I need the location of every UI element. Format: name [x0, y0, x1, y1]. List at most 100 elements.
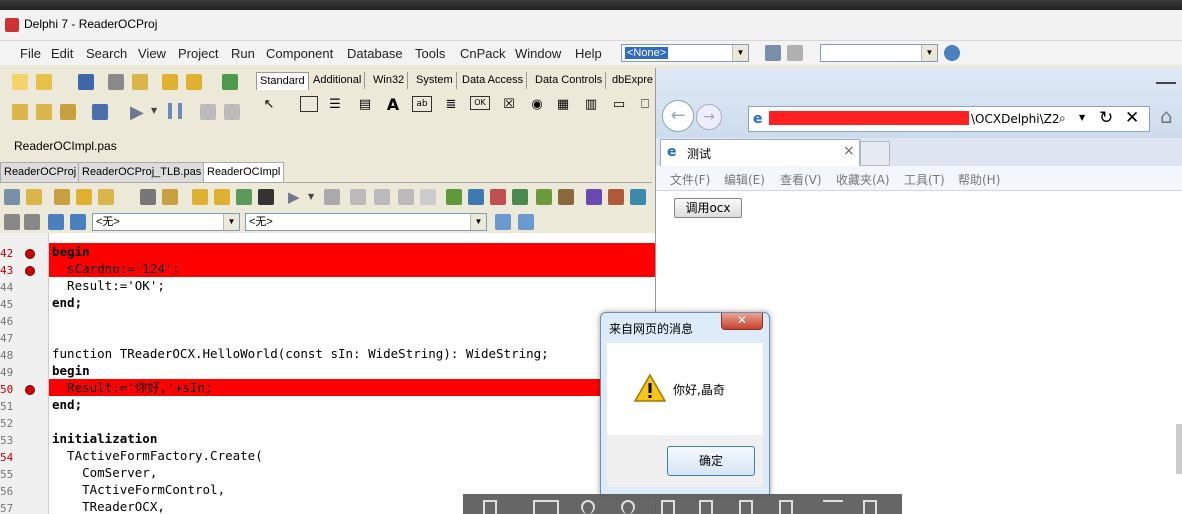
code-line[interactable]: end; [52, 294, 82, 311]
view-form-icon[interactable] [36, 104, 52, 120]
view-unit-icon[interactable] [12, 104, 28, 120]
link-icon[interactable] [787, 45, 803, 61]
groupbox-icon[interactable]: ⎕ [636, 96, 654, 114]
trace-into-icon[interactable] [200, 104, 216, 120]
cnpack-icon-5[interactable] [536, 189, 552, 205]
chevron-down-icon[interactable]: ▼ [1079, 113, 1085, 122]
method-combo[interactable]: <无> ▼ [245, 213, 487, 231]
prev-icon[interactable] [483, 500, 497, 514]
new-tab-button[interactable] [860, 141, 890, 166]
more-icon[interactable] [823, 500, 843, 514]
save-file-icon[interactable] [140, 189, 156, 205]
save-image-icon[interactable] [699, 500, 713, 514]
button-icon[interactable]: OK [470, 96, 490, 110]
browser-tab[interactable]: e 测试 × [660, 139, 860, 166]
menu-database[interactable]: Database [347, 46, 403, 61]
menu-help-cn[interactable]: 帮助(H) [958, 171, 1000, 188]
run-icon[interactable]: ▶ [130, 102, 144, 123]
tab-readerocimpl[interactable]: ReaderOCImpl [203, 162, 285, 182]
open-file-icon[interactable] [162, 189, 178, 205]
save-icon[interactable] [78, 74, 94, 90]
cnpack-icon-2[interactable] [468, 189, 484, 205]
cnpack-icon-7[interactable] [586, 189, 602, 205]
breakpoint-icon[interactable] [25, 249, 35, 259]
breakpoint-icon[interactable] [25, 385, 35, 395]
tab-close-icon[interactable]: × [843, 143, 855, 159]
palette-tab-win32[interactable]: Win32 [370, 72, 409, 89]
interface-icon[interactable] [48, 214, 64, 230]
palette-tab-system[interactable]: System [413, 72, 457, 89]
cnpack-icon-3[interactable] [490, 189, 506, 205]
menu-file-cn[interactable]: 文件(F) [670, 171, 710, 188]
rotate-icon[interactable] [661, 500, 675, 514]
open-icon[interactable] [36, 74, 52, 90]
module-icon[interactable] [4, 189, 20, 205]
cnpack-icon-6[interactable] [558, 189, 574, 205]
checkbox-icon[interactable]: ☒ [500, 96, 518, 114]
chevron-down-icon[interactable]: ▼ [151, 106, 157, 115]
code-line[interactable]: TReaderOCX, [52, 498, 165, 514]
menu-favorites-cn[interactable]: 收藏夹(A) [836, 171, 890, 188]
remove-from-project-icon[interactable] [214, 189, 230, 205]
scrollbar-icon[interactable]: ▭ [610, 96, 628, 114]
code-line[interactable]: end; [52, 396, 82, 413]
stop-icon[interactable]: ✕ [1125, 108, 1139, 128]
code-line[interactable]: Result:='你好,'+sIn; [52, 379, 212, 396]
address-bar[interactable]: e \OCXDelphi\Z2 ⌕ ▼ ↻ ✕ [748, 106, 1150, 132]
code-line[interactable]: Result:='OK'; [52, 277, 165, 294]
edit-icon[interactable]: ab [412, 96, 432, 112]
nav-forward-icon[interactable] [24, 214, 40, 230]
code-line[interactable]: initialization [52, 430, 157, 447]
menu-run[interactable]: Run [231, 46, 255, 61]
frame-icon[interactable] [300, 96, 318, 112]
chevron-down-icon[interactable]: ▼ [470, 214, 486, 230]
code-line[interactable]: begin [52, 243, 90, 260]
share-icon[interactable] [863, 500, 877, 514]
show-execution-point-icon[interactable] [420, 189, 436, 205]
menu-edit-cn[interactable]: 编辑(E) [724, 171, 765, 188]
add-file-icon[interactable] [162, 74, 178, 90]
back-arrow-icon[interactable]: ← [662, 100, 694, 132]
chevron-down-icon[interactable]: ▼ [732, 45, 748, 61]
component-icon[interactable] [258, 189, 274, 205]
search-icon[interactable]: ⌕ [1059, 111, 1066, 126]
cnpack-icon-8[interactable] [608, 189, 624, 205]
menu-cnpack[interactable]: CnPack [460, 46, 506, 61]
code-line[interactable]: function TReaderOCX.HelloWorld(const sIn… [52, 345, 549, 362]
main-menu-icon[interactable]: ☰ [326, 96, 344, 114]
forward-arrow-icon[interactable]: → [696, 104, 722, 130]
palette-tab-standard[interactable]: Standard [256, 72, 309, 90]
menu-help[interactable]: Help [575, 46, 602, 61]
toggle-form-unit-icon[interactable] [60, 104, 76, 120]
code-line[interactable]: begin [52, 362, 90, 379]
step-icon[interactable] [374, 189, 390, 205]
step-over-icon[interactable] [224, 104, 240, 120]
pointer-icon[interactable]: ↖ [260, 96, 278, 114]
open-project-icon[interactable] [132, 74, 148, 90]
image-icon[interactable] [739, 500, 753, 514]
minimize-icon[interactable] [1156, 76, 1176, 84]
menu-component[interactable]: Component [266, 46, 333, 61]
radio-button-icon[interactable]: ◉ [528, 96, 546, 114]
menu-tools-cn[interactable]: 工具(T) [904, 171, 945, 188]
code-line[interactable]: sCardno:='124'; [52, 260, 180, 277]
menu-view-cn[interactable]: 查看(V) [780, 171, 822, 188]
open-unit-icon[interactable] [54, 189, 70, 205]
add-to-project-icon[interactable] [192, 189, 208, 205]
nav-back-icon[interactable] [4, 214, 20, 230]
cnpack-icon-9[interactable] [630, 189, 646, 205]
class-combo[interactable]: <无> ▼ [92, 213, 240, 231]
zoom-out-icon[interactable] [621, 500, 635, 514]
tab-readerocproj[interactable]: ReaderOCProj [0, 162, 81, 182]
cnpack-icon-1[interactable] [446, 189, 462, 205]
palette-tab-dbexpress[interactable]: dbExpre [609, 72, 656, 89]
gear-icon[interactable] [765, 45, 781, 61]
pause-icon[interactable] [168, 103, 182, 119]
refresh-icon[interactable]: ↻ [1099, 108, 1113, 128]
zoom-in-icon[interactable] [581, 500, 595, 514]
memo-icon[interactable]: ≣ [442, 96, 460, 114]
remove-file-icon[interactable] [186, 74, 202, 90]
cnpack-icon-4[interactable] [512, 189, 528, 205]
menu-tools[interactable]: Tools [415, 46, 445, 61]
align-left-icon[interactable] [495, 214, 511, 230]
